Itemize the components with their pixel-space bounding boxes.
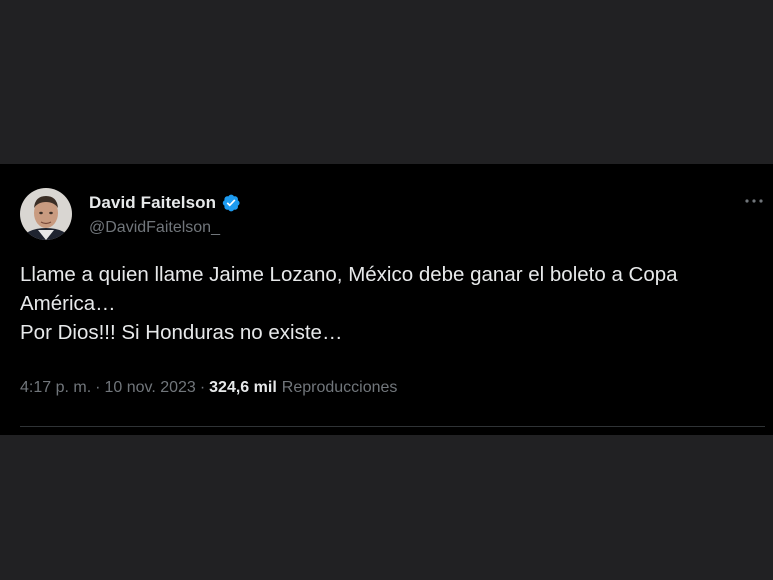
author-name-row: David Faitelson — [89, 192, 241, 214]
avatar[interactable] — [20, 188, 72, 240]
author-display-name[interactable]: David Faitelson — [89, 193, 216, 213]
views-label: Reproducciones — [281, 379, 398, 396]
tweet-card[interactable]: David Faitelson @DavidFaitelson_ Llame a… — [0, 164, 773, 435]
verified-badge-icon[interactable] — [221, 193, 241, 213]
meta-separator: · — [95, 379, 101, 396]
tweet-text-line: Por Dios!!! Si Honduras no existe… — [20, 321, 343, 344]
more-options-icon[interactable] — [743, 194, 765, 208]
tweet-date[interactable]: 10 nov. 2023 — [104, 379, 195, 397]
tweet-meta: 4:17 p. m. · 10 nov. 2023 · 324,6 mil Re… — [20, 379, 397, 397]
author-handle[interactable]: @DavidFaitelson_ — [89, 219, 220, 237]
divider — [20, 426, 765, 427]
tweet-text-line: Llame a quien llame Jaime Lozano, México… — [20, 263, 678, 286]
meta-separator: · — [199, 379, 206, 396]
views-count[interactable]: 324,6 mil — [209, 379, 277, 397]
tweet-text: Llame a quien llame Jaime Lozano, México… — [20, 260, 760, 347]
tweet-text-line: América… — [20, 292, 116, 315]
tweet-time[interactable]: 4:17 p. m. — [20, 379, 91, 397]
